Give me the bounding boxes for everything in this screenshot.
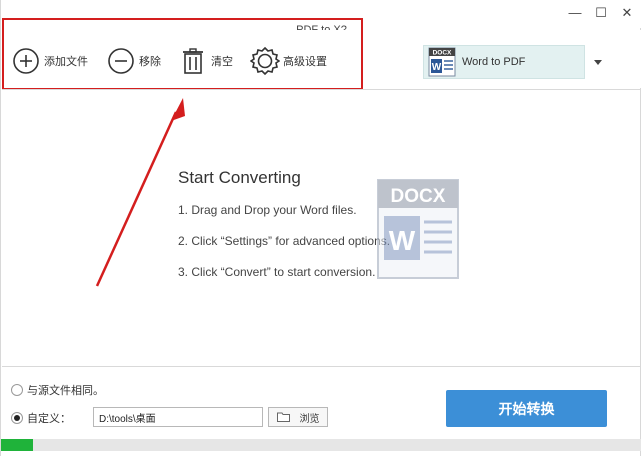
docx-watermark-text: DOCX bbox=[391, 186, 446, 207]
browse-button[interactable]: 浏览 bbox=[268, 407, 328, 427]
clear-button[interactable]: 清空 bbox=[178, 44, 233, 78]
add-file-label: 添加文件 bbox=[44, 56, 88, 68]
folder-icon bbox=[276, 412, 290, 422]
same-as-source-option[interactable]: 与源文件相同。 bbox=[11, 382, 104, 398]
custom-output-radio[interactable] bbox=[11, 412, 23, 424]
close-button[interactable]: ✕ bbox=[615, 3, 639, 23]
svg-text:W: W bbox=[389, 225, 416, 256]
maximize-button[interactable]: ☐ bbox=[589, 3, 613, 23]
add-file-button[interactable]: 添加文件 bbox=[11, 44, 88, 78]
trash-icon bbox=[178, 46, 208, 76]
progress-fill bbox=[1, 439, 34, 451]
docx-watermark-icon: DOCX W bbox=[377, 179, 459, 279]
custom-output-option[interactable]: 自定义： bbox=[11, 410, 71, 426]
chevron-down-icon bbox=[594, 59, 602, 65]
clear-label: 清空 bbox=[211, 56, 233, 68]
docx-icon: DOCX W bbox=[428, 47, 456, 77]
instruction-step-1: 1. Drag and Drop your Word files. bbox=[178, 203, 357, 217]
minus-circle-icon bbox=[106, 46, 136, 76]
docx-icon-text: DOCX bbox=[433, 50, 452, 57]
remove-label: 移除 bbox=[139, 56, 161, 68]
instruction-step-3: 3. Click “Convert” to start conversion. bbox=[178, 265, 376, 279]
app-window: — ☐ ✕ PDF to X? 添加文件 移除 清空 bbox=[0, 0, 641, 456]
same-as-source-radio[interactable] bbox=[11, 384, 23, 396]
progress-bar bbox=[1, 439, 641, 451]
svg-text:W: W bbox=[432, 62, 442, 73]
plus-circle-icon bbox=[11, 46, 41, 76]
remove-button[interactable]: 移除 bbox=[106, 44, 161, 78]
file-drop-area[interactable]: Start Converting 1. Drag and Drop your W… bbox=[2, 89, 640, 367]
advanced-settings-button[interactable]: 高级设置 bbox=[250, 44, 327, 78]
format-select[interactable]: DOCX W Word to PDF bbox=[423, 45, 585, 79]
minimize-button[interactable]: — bbox=[563, 3, 587, 23]
gear-icon bbox=[250, 46, 280, 76]
start-converting-heading: Start Converting bbox=[178, 168, 301, 187]
advanced-settings-label: 高级设置 bbox=[283, 56, 327, 68]
browse-label: 浏览 bbox=[299, 413, 320, 425]
instruction-step-2: 2. Click “Settings” for advanced options… bbox=[178, 234, 391, 248]
same-as-source-label: 与源文件相同。 bbox=[27, 385, 104, 397]
output-path-input[interactable] bbox=[93, 407, 263, 427]
format-select-value: Word to PDF bbox=[462, 56, 526, 68]
custom-output-label: 自定义： bbox=[27, 413, 71, 425]
format-dropdown-toggle[interactable] bbox=[585, 45, 611, 79]
start-convert-button[interactable]: 开始转换 bbox=[446, 390, 607, 427]
